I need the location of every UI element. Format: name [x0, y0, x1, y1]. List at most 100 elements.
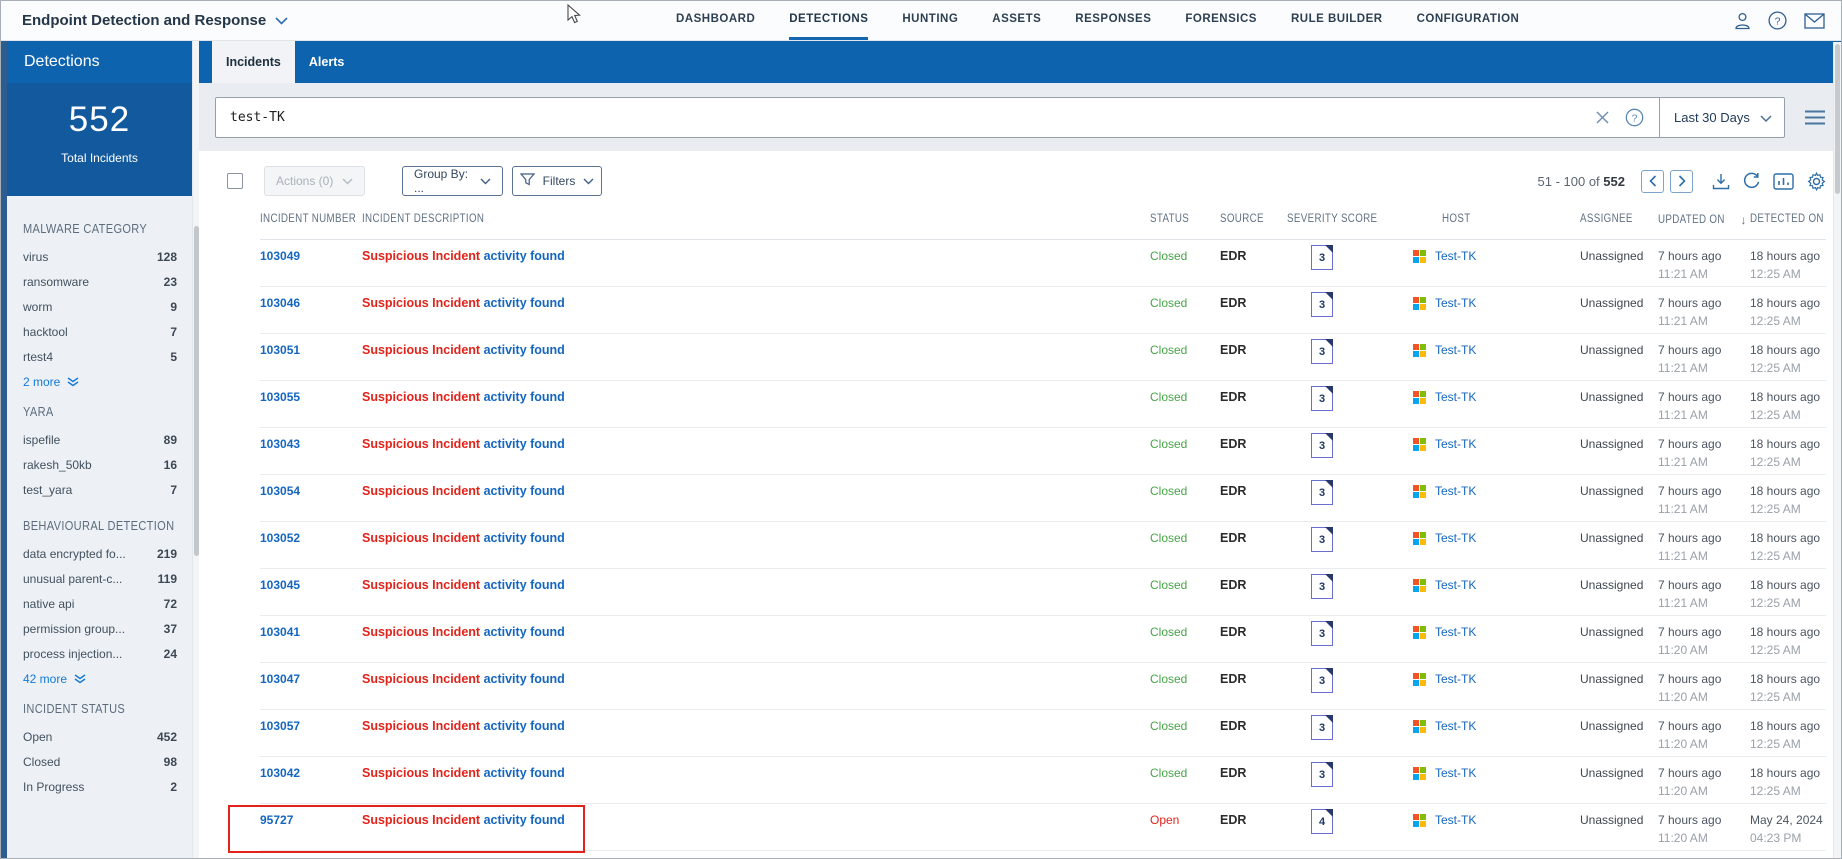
- host-link[interactable]: Test-TK: [1435, 531, 1476, 545]
- select-all-checkbox[interactable]: [227, 173, 243, 189]
- incident-number-link[interactable]: 103046: [260, 296, 300, 310]
- incident-number-link[interactable]: 103042: [260, 766, 300, 780]
- facet-item[interactable]: native api 72: [23, 592, 177, 617]
- window-scrollbar-thumb[interactable]: [1835, 44, 1840, 194]
- incident-description-link[interactable]: Suspicious Incident activity found: [362, 522, 1150, 545]
- host-link[interactable]: Test-TK: [1435, 437, 1476, 451]
- mail-icon[interactable]: [1804, 12, 1825, 29]
- incident-description-link[interactable]: Suspicious Incident activity found: [362, 381, 1150, 404]
- nav-item-configuration[interactable]: CONFIGURATION: [1417, 1, 1520, 40]
- search-help-icon[interactable]: ?: [1625, 108, 1644, 127]
- incident-number-link[interactable]: 103049: [260, 249, 300, 263]
- host-link[interactable]: Test-TK: [1435, 625, 1476, 639]
- table-row[interactable]: 103047 Suspicious Incident activity foun…: [260, 663, 1826, 710]
- table-row[interactable]: 103045 Suspicious Incident activity foun…: [260, 569, 1826, 616]
- help-icon[interactable]: ?: [1768, 11, 1787, 30]
- incident-description-link[interactable]: Suspicious Incident activity found: [362, 475, 1150, 498]
- col-status[interactable]: STATUS: [1150, 213, 1189, 225]
- col-updated-on[interactable]: UPDATED ON: [1658, 214, 1725, 226]
- col-source[interactable]: SOURCE: [1220, 213, 1264, 225]
- table-row[interactable]: 103046 Suspicious Incident activity foun…: [260, 287, 1826, 334]
- facet-item[interactable]: hacktool 7: [23, 320, 177, 345]
- user-icon[interactable]: [1734, 12, 1751, 30]
- filters-dropdown[interactable]: Filters: [512, 166, 602, 196]
- facet-more-link[interactable]: 2 more: [23, 375, 177, 389]
- incident-description-link[interactable]: Suspicious Incident activity found: [362, 428, 1150, 451]
- table-row[interactable]: 95727 Suspicious Incident activity found…: [228, 804, 1826, 853]
- search-input[interactable]: [216, 97, 1595, 137]
- col-host[interactable]: HOST: [1442, 213, 1471, 225]
- prev-page-button[interactable]: [1641, 169, 1664, 193]
- nav-item-forensics[interactable]: FORENSICS: [1185, 1, 1257, 40]
- incident-number-link[interactable]: 103043: [260, 437, 300, 451]
- tab-incidents[interactable]: Incidents: [212, 41, 295, 83]
- nav-item-assets[interactable]: ASSETS: [992, 1, 1041, 40]
- incident-description-link[interactable]: Suspicious Incident activity found: [362, 287, 1150, 310]
- incident-number-link[interactable]: 95727: [260, 813, 293, 827]
- incident-number-link[interactable]: 103057: [260, 719, 300, 733]
- incident-description-link[interactable]: Suspicious Incident activity found: [362, 663, 1150, 686]
- host-link[interactable]: Test-TK: [1435, 343, 1476, 357]
- download-icon[interactable]: [1712, 173, 1730, 190]
- col-severity-score[interactable]: SEVERITY SCORE: [1287, 213, 1377, 225]
- nav-item-responses[interactable]: RESPONSES: [1075, 1, 1151, 40]
- next-page-button[interactable]: [1670, 169, 1693, 193]
- host-link[interactable]: Test-TK: [1435, 296, 1476, 310]
- facet-item[interactable]: rtest4 5: [23, 345, 177, 370]
- incident-number-link[interactable]: 103051: [260, 343, 300, 357]
- facet-item[interactable]: unusual parent-c... 119: [23, 567, 177, 592]
- table-row[interactable]: 103049 Suspicious Incident activity foun…: [260, 240, 1826, 287]
- table-row[interactable]: 103043 Suspicious Incident activity foun…: [260, 428, 1826, 475]
- facet-item[interactable]: rakesh_50kb 16: [23, 453, 177, 478]
- nav-item-rule-builder[interactable]: RULE BUILDER: [1291, 1, 1383, 40]
- table-row[interactable]: 103051 Suspicious Incident activity foun…: [260, 334, 1826, 381]
- incident-number-link[interactable]: 103052: [260, 531, 300, 545]
- facet-item[interactable]: process injection... 24: [23, 642, 177, 667]
- host-link[interactable]: Test-TK: [1435, 390, 1476, 404]
- host-link[interactable]: Test-TK: [1435, 578, 1476, 592]
- app-title-menu[interactable]: Endpoint Detection and Response: [22, 1, 288, 40]
- nav-item-hunting[interactable]: HUNTING: [902, 1, 958, 40]
- nav-item-dashboard[interactable]: DASHBOARD: [676, 1, 755, 40]
- table-row[interactable]: 103042 Suspicious Incident activity foun…: [260, 757, 1826, 804]
- col-incident-number[interactable]: INCIDENT NUMBER: [260, 213, 356, 225]
- window-scrollbar[interactable]: [1833, 42, 1841, 858]
- incident-number-link[interactable]: 103055: [260, 390, 300, 404]
- host-link[interactable]: Test-TK: [1435, 813, 1476, 827]
- gear-icon[interactable]: [1807, 171, 1826, 191]
- table-row[interactable]: 103055 Suspicious Incident activity foun…: [260, 381, 1826, 428]
- incident-number-link[interactable]: 103047: [260, 672, 300, 686]
- sidebar-scrollbar[interactable]: [192, 41, 199, 858]
- refresh-icon[interactable]: [1743, 172, 1760, 190]
- group-by-dropdown[interactable]: Group By: ...: [402, 166, 503, 196]
- facet-item[interactable]: In Progress 2: [23, 775, 177, 800]
- facet-more-link[interactable]: 42 more: [23, 672, 177, 686]
- col-incident-description[interactable]: INCIDENT DESCRIPTION: [362, 213, 484, 225]
- table-row[interactable]: 103041 Suspicious Incident activity foun…: [260, 616, 1826, 663]
- date-range-dropdown[interactable]: Last 30 Days: [1659, 97, 1784, 137]
- col-detected-on[interactable]: DETECTED ON: [1750, 213, 1824, 225]
- tab-alerts[interactable]: Alerts: [295, 41, 358, 83]
- sort-desc-icon[interactable]: ↓: [1741, 213, 1747, 227]
- hamburger-menu-icon[interactable]: [1804, 110, 1826, 125]
- host-link[interactable]: Test-TK: [1435, 249, 1476, 263]
- facet-item[interactable]: virus 128: [23, 245, 177, 270]
- col-assignee[interactable]: ASSIGNEE: [1580, 213, 1633, 225]
- incident-description-link[interactable]: Suspicious Incident activity found: [362, 334, 1150, 357]
- incident-description-link[interactable]: Suspicious Incident activity found: [362, 804, 1150, 827]
- clear-search-icon[interactable]: [1595, 110, 1610, 125]
- host-link[interactable]: Test-TK: [1435, 766, 1476, 780]
- incident-description-link[interactable]: Suspicious Incident activity found: [362, 757, 1150, 780]
- host-link[interactable]: Test-TK: [1435, 484, 1476, 498]
- facet-item[interactable]: Closed 98: [23, 750, 177, 775]
- table-row[interactable]: 103052 Suspicious Incident activity foun…: [260, 522, 1826, 569]
- facet-item[interactable]: ransomware 23: [23, 270, 177, 295]
- incident-description-link[interactable]: Suspicious Incident activity found: [362, 616, 1150, 639]
- facet-item[interactable]: worm 9: [23, 295, 177, 320]
- incident-number-link[interactable]: 103045: [260, 578, 300, 592]
- facet-item[interactable]: test_yara 7: [23, 478, 177, 503]
- facet-item[interactable]: Open 452: [23, 725, 177, 750]
- table-row[interactable]: 103054 Suspicious Incident activity foun…: [260, 475, 1826, 522]
- incident-description-link[interactable]: Suspicious Incident activity found: [362, 569, 1150, 592]
- chart-view-icon[interactable]: [1773, 172, 1794, 190]
